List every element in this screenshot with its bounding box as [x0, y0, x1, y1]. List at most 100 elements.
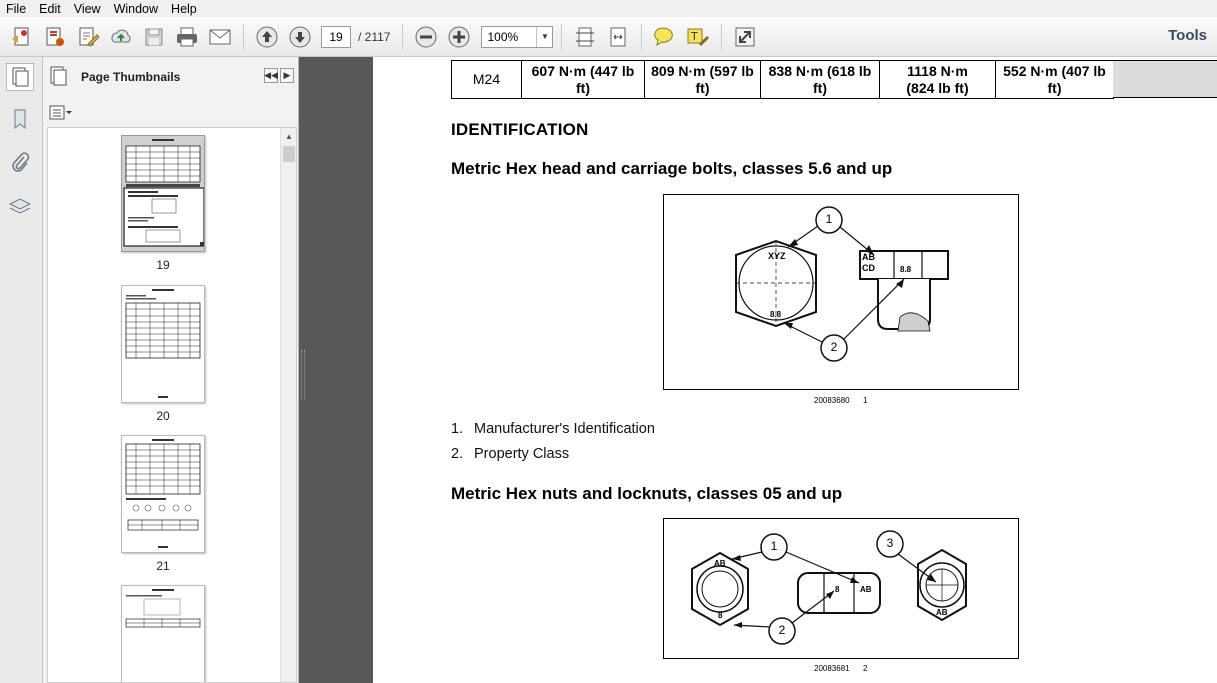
cell-line: 607 N·m (447 lb — [531, 62, 635, 79]
comment-icon[interactable] — [651, 23, 679, 51]
edit-document-icon[interactable] — [74, 23, 102, 51]
thumbnail-options-button[interactable] — [49, 104, 73, 122]
page-thumbnails-icon — [50, 66, 67, 86]
legend-item: 1. Manufacturer's Identification — [451, 421, 655, 437]
expand-icon[interactable] — [731, 23, 759, 51]
toolbar-separator — [721, 23, 723, 50]
carriage-mark-2: CD — [862, 263, 875, 273]
table-cell: 552 N·m (407 lb ft) — [995, 60, 1114, 99]
svg-text:T: T — [690, 30, 698, 43]
thumbnail-page-21[interactable] — [121, 435, 205, 553]
legend-number: 2. — [451, 446, 464, 462]
legend-number: 1. — [451, 421, 464, 437]
next-page-icon[interactable] — [286, 23, 314, 51]
highlight-text-icon[interactable]: T — [684, 23, 712, 51]
menu-bar: File Edit View Window Help — [0, 0, 1217, 17]
figure-1-id: 20083680 — [814, 396, 850, 405]
legend-text: Property Class — [474, 446, 570, 462]
tools-button[interactable]: Tools — [1168, 27, 1207, 44]
toolbar-separator — [561, 23, 563, 50]
menu-edit[interactable]: Edit — [39, 2, 61, 16]
thumbnail-page-22[interactable] — [121, 585, 205, 682]
thumbnail-page-20[interactable] — [121, 285, 205, 403]
zoom-in-icon[interactable] — [445, 23, 473, 51]
cell-line: 1118 N·m — [907, 62, 968, 79]
callout-2: 2 — [830, 340, 838, 354]
attachment-icon[interactable] — [6, 148, 34, 176]
bolt-head-mark: XYZ — [768, 251, 786, 261]
nut-top-mark: AB — [714, 559, 726, 568]
menu-window[interactable]: Window — [114, 2, 158, 16]
menu-file[interactable]: File — [6, 2, 26, 16]
cell-line: ft) — [1047, 79, 1062, 96]
zoom-value: 100% — [487, 29, 519, 44]
figure-bolt-identification: XYZ 8.8 AB CD 8.8 1 2 — [663, 194, 1019, 390]
menu-view[interactable]: View — [74, 2, 101, 16]
table-row: M24 607 N·m (447 lb ft) 809 N·m (597 lb … — [451, 60, 1114, 99]
toolbar-separator — [402, 23, 404, 50]
table-cell: 1118 N·m (824 lb ft) — [879, 60, 996, 99]
lock-bottom-mark: AB — [936, 608, 948, 617]
legend-item: 2. Property Class — [451, 446, 569, 462]
create-pdf-icon[interactable] — [8, 23, 36, 51]
options-icon — [49, 105, 72, 120]
panel-header: Page Thumbnails — [43, 57, 298, 97]
section-heading-bolts: Metric Hex head and carriage bolts, clas… — [451, 159, 893, 178]
carriage-class-mark: 8.8 — [900, 265, 912, 274]
callout-2: 2 — [778, 623, 786, 637]
thumbnail-label: 19 — [156, 258, 170, 272]
pdf-settings-icon[interactable] — [41, 23, 69, 51]
zoom-out-icon[interactable] — [412, 23, 440, 51]
email-icon[interactable] — [206, 23, 234, 51]
layers-icon[interactable] — [6, 192, 34, 220]
thumbnails-scrollbar[interactable]: ▲ — [280, 128, 296, 682]
callout-1: 1 — [825, 212, 833, 226]
toolbar: 19 / 2117 100% ▼ T Tools — [0, 17, 1217, 57]
thumbnail-label: 21 — [156, 559, 170, 573]
carriage-mark-1: AB — [862, 252, 875, 262]
figure-2-id: 20083681 — [814, 664, 850, 673]
expand-panel-icon[interactable]: ▶ — [280, 68, 294, 83]
navigation-rail — [0, 57, 43, 683]
panel-title: Page Thumbnails — [81, 70, 181, 84]
save-icon[interactable] — [140, 23, 168, 51]
scroll-thumb[interactable] — [283, 146, 295, 162]
scroll-up-icon[interactable]: ▲ — [281, 128, 296, 144]
toolbar-separator — [641, 23, 643, 50]
fit-width-icon[interactable] — [604, 23, 632, 51]
menu-help[interactable]: Help — [171, 2, 197, 16]
thumbnails-list: 19 20 21 ▲ — [47, 127, 297, 683]
torque-table: M24 607 N·m (447 lb ft) 809 N·m (597 lb … — [451, 60, 1114, 99]
thumbnails-panel: Page Thumbnails ◀◀ ▶ 19 20 21 ▲ — [43, 57, 299, 683]
figure-nut-identification: AB 8 8 AB AB 1 2 3 — [663, 518, 1019, 659]
table-cell-size: M24 — [451, 60, 522, 99]
cloud-upload-icon[interactable] — [107, 23, 135, 51]
side-mark: AB — [860, 585, 872, 594]
bookmark-icon[interactable] — [6, 105, 34, 133]
chevron-down-icon[interactable]: ▼ — [536, 26, 552, 47]
zoom-select[interactable]: 100% ▼ — [481, 25, 554, 48]
table-cell: 809 N·m (597 lb ft) — [644, 60, 761, 99]
callout-3: 3 — [886, 536, 894, 550]
page-number-input[interactable]: 19 — [321, 25, 351, 48]
cell-line: 552 N·m (407 lb — [1003, 62, 1106, 79]
fit-page-icon[interactable] — [571, 23, 599, 51]
bolt-class-mark: 8.8 — [770, 310, 782, 319]
side-class-mark: 8 — [835, 585, 840, 594]
collapse-panel-icon[interactable]: ◀◀ — [264, 68, 278, 83]
thumbnail-page-19[interactable] — [121, 135, 205, 252]
section-heading-nuts: Metric Hex nuts and locknuts, classes 05… — [451, 484, 843, 503]
cell-line: ft) — [695, 79, 710, 96]
cell-line: ft) — [576, 79, 590, 96]
page-thumbnails-icon[interactable] — [6, 63, 34, 91]
panel-resize-handle[interactable] — [301, 350, 305, 400]
cell-line: ft) — [813, 79, 827, 96]
cell-line: (824 lb ft) — [906, 79, 969, 96]
document-page: M24 607 N·m (447 lb ft) 809 N·m (597 lb … — [373, 57, 1217, 683]
previous-page-icon[interactable] — [253, 23, 281, 51]
figure-2-number: 2 — [863, 664, 868, 673]
thumbnail-preview — [125, 289, 201, 398]
print-icon[interactable] — [173, 23, 201, 51]
callout-1: 1 — [770, 539, 778, 553]
table-cell: 838 N·m (618 lb ft) — [760, 60, 880, 99]
